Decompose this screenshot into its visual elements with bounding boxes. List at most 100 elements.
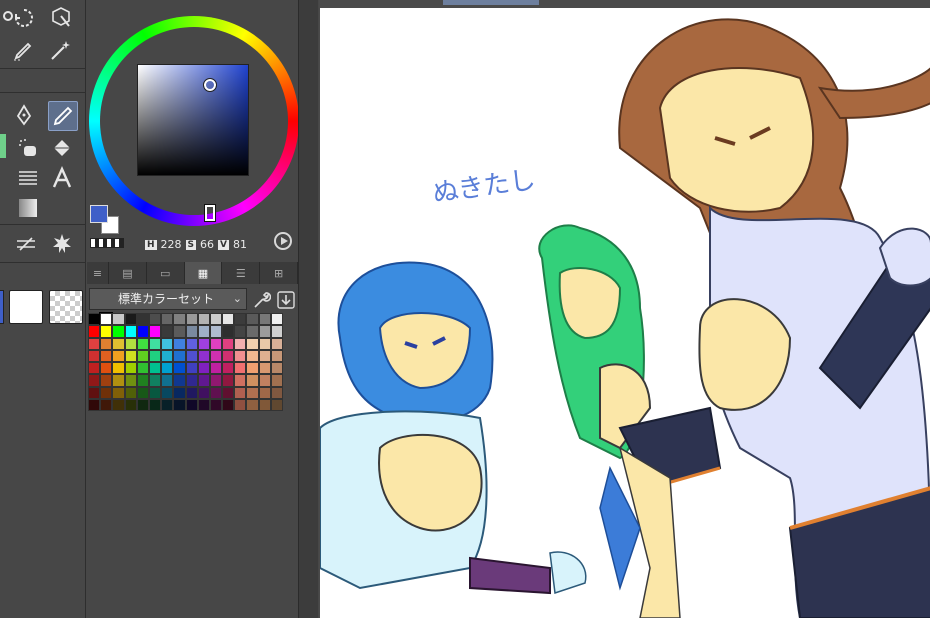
palette-swatch[interactable] [258,362,271,375]
palette-swatch[interactable] [234,337,247,350]
palette-swatch[interactable] [148,349,162,363]
rotate-tool-icon[interactable] [10,4,38,32]
palette-swatch[interactable] [222,325,235,338]
palette-swatch[interactable] [136,362,149,375]
palette-swatch[interactable] [246,386,259,400]
palette-swatch[interactable] [148,313,162,326]
palette-swatch[interactable] [100,386,113,400]
palette-swatch[interactable] [136,399,149,412]
palette-swatch[interactable] [185,362,198,375]
color-set-dropdown[interactable]: 標準カラーセット ⌄ [89,288,247,310]
pen-tool-icon[interactable] [10,101,38,129]
palette-swatch[interactable] [148,386,162,400]
palette-swatch[interactable] [148,399,162,412]
palette-swatch[interactable] [246,349,259,363]
transparent-color-swatch[interactable] [49,290,83,324]
palette-swatch[interactable] [88,349,101,363]
play-icon[interactable] [274,232,292,250]
palette-swatch[interactable] [100,362,113,375]
palette-swatch[interactable] [88,399,101,412]
palette-swatch[interactable] [209,349,223,363]
palette-swatch[interactable] [136,386,149,400]
palette-swatch[interactable] [209,362,223,375]
palette-swatch[interactable] [209,374,223,387]
palette-swatch[interactable] [124,362,137,375]
palette-swatch[interactable] [234,386,247,400]
palette-swatch[interactable] [112,313,125,326]
palette-swatch[interactable] [148,337,162,350]
palette-swatch[interactable] [161,374,174,387]
palette-swatch[interactable] [234,325,247,338]
palette-swatch[interactable] [148,325,162,338]
palette-swatch[interactable] [234,313,247,326]
palette-swatch[interactable] [270,399,283,412]
palette-swatch[interactable] [197,349,210,363]
palette-swatch[interactable] [234,374,247,387]
tab-history[interactable]: ⊞ [260,262,298,284]
palette-swatch[interactable] [173,399,186,412]
palette-swatch[interactable] [246,399,259,412]
palette-swatch[interactable] [197,337,210,350]
palette-swatch[interactable] [100,349,113,363]
palette-swatch[interactable] [185,337,198,350]
tab-filmstrip[interactable]: ▤ [109,262,147,284]
import-icon[interactable] [276,290,296,310]
palette-swatch[interactable] [222,362,235,375]
ruler-tool-icon[interactable] [12,230,40,258]
palette-swatch[interactable] [136,349,149,363]
palette-swatch[interactable] [136,337,149,350]
palette-swatch[interactable] [88,325,101,338]
frame-tool-icon[interactable] [14,194,42,222]
panel-scrollbar[interactable] [298,0,318,618]
palette-swatch[interactable] [88,362,101,375]
palette-swatch[interactable] [161,386,174,400]
panel-menu-icon[interactable]: ≡ [87,262,109,284]
palette-swatch[interactable] [222,349,235,363]
palette-swatch[interactable] [124,349,137,363]
palette-swatch[interactable] [258,337,271,350]
palette-swatch[interactable] [148,374,162,387]
palette-swatch[interactable] [173,325,186,338]
object-tool-icon[interactable] [47,4,75,32]
palette-swatch[interactable] [246,374,259,387]
palette-swatch[interactable] [270,374,283,387]
palette-swatch[interactable] [88,313,101,326]
palette-swatch[interactable] [173,349,186,363]
palette-swatch[interactable] [258,374,271,387]
airbrush-tool-icon[interactable] [14,134,42,162]
palette-swatch[interactable] [234,362,247,375]
sub-color-swatch[interactable] [9,290,43,324]
text-tool-icon[interactable] [48,164,76,192]
palette-swatch[interactable] [88,386,101,400]
gradient-tool-icon[interactable] [14,164,42,192]
palette-swatch[interactable] [234,399,247,412]
palette-swatch[interactable] [222,399,235,412]
color-picker-cursor[interactable] [203,78,217,92]
palette-swatch[interactable] [124,374,137,387]
palette-swatch[interactable] [100,325,113,338]
palette-swatch[interactable] [112,386,125,400]
main-color-swatch[interactable] [0,290,4,324]
tab-color-set[interactable]: ▦ [184,262,223,284]
palette-swatch[interactable] [197,386,210,400]
main-color-chip[interactable] [90,205,108,223]
palette-swatch[interactable] [246,362,259,375]
palette-swatch[interactable] [173,313,186,326]
palette-swatch[interactable] [222,337,235,350]
magic-wand-icon[interactable] [47,36,75,64]
palette-swatch[interactable] [197,325,210,338]
palette-swatch[interactable] [124,313,137,326]
tab-sliders[interactable]: ☰ [222,262,261,284]
palette-swatch[interactable] [258,349,271,363]
palette-swatch[interactable] [136,374,149,387]
drawing-canvas[interactable]: ぬきたし [320,8,930,618]
palette-swatch[interactable] [209,337,223,350]
palette-swatch[interactable] [136,313,149,326]
palette-swatch[interactable] [246,313,259,326]
palette-swatch[interactable] [222,374,235,387]
palette-swatch[interactable] [124,386,137,400]
selection-pen-icon[interactable] [10,36,38,64]
palette-swatch[interactable] [197,399,210,412]
palette-swatch[interactable] [124,399,137,412]
fill-tool-icon[interactable] [48,134,76,162]
